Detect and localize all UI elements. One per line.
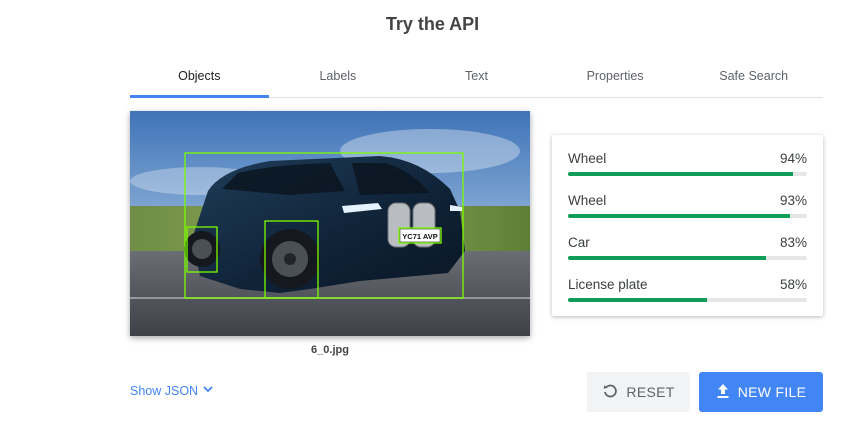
reset-label: RESET: [626, 384, 675, 400]
result-row: Wheel 93%: [568, 187, 807, 229]
page-title: Try the API: [385, 14, 480, 34]
confidence-bar: [568, 214, 807, 218]
tab-properties[interactable]: Properties: [546, 58, 685, 97]
tab-labels[interactable]: Labels: [269, 58, 408, 97]
result-row: Wheel 94%: [568, 145, 807, 187]
result-score: 58%: [779, 277, 807, 292]
show-json-toggle[interactable]: Show JSON: [130, 383, 214, 398]
result-label: Wheel: [568, 193, 607, 208]
confidence-bar: [568, 256, 807, 260]
confidence-bar-fill: [568, 256, 767, 260]
reset-icon: [602, 383, 618, 402]
result-label: Wheel: [568, 151, 607, 166]
license-plate-text: YC71 AVP: [402, 232, 437, 241]
file-name: 6_0.jpg: [311, 344, 349, 356]
tab-text[interactable]: Text: [407, 58, 546, 97]
reset-button[interactable]: RESET: [587, 372, 690, 412]
chevron-down-icon: [202, 383, 214, 398]
result-row: Car 83%: [568, 229, 807, 271]
confidence-bar: [568, 172, 807, 176]
result-row: License plate 58%: [568, 271, 807, 313]
confidence-bar: [568, 298, 807, 302]
uploaded-image: YC71 AVP: [130, 111, 530, 336]
new-file-label: NEW FILE: [737, 384, 807, 400]
result-score: 93%: [779, 193, 807, 208]
car-photo: YC71 AVP: [130, 111, 530, 336]
confidence-bar-fill: [568, 298, 707, 302]
upload-icon: [716, 383, 730, 402]
result-score: 83%: [779, 235, 807, 250]
new-file-button[interactable]: NEW FILE: [699, 372, 823, 412]
tab-objects[interactable]: Objects: [130, 58, 269, 98]
result-label: License plate: [568, 277, 648, 292]
confidence-bar-fill: [568, 214, 791, 218]
result-score: 94%: [779, 151, 807, 166]
results-card: Wheel 94% Wheel 93% Car 83% License plat…: [552, 135, 823, 316]
show-json-label: Show JSON: [130, 383, 199, 398]
tab-safe-search[interactable]: Safe Search: [684, 58, 823, 97]
tab-bar: Objects Labels Text Properties Safe Sear…: [130, 58, 823, 98]
confidence-bar-fill: [568, 172, 793, 176]
result-label: Car: [568, 235, 590, 250]
